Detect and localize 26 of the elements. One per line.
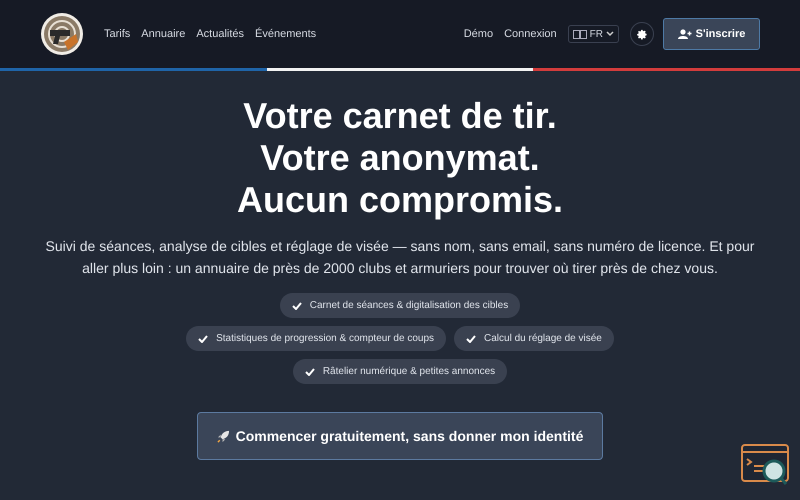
feature-pill: Râtelier numérique & petites annonces: [292, 359, 508, 384]
hero-subtitle: Suivi de séances, analyse de cibles et réglage de visée — sans nom, sans email, sans numéro de licence. Et pour aller plus loin : un annuaire de près de 2000 clubs et armuriers pour trouver où tirer près de chez vous.: [44, 237, 756, 278]
logo-icon[interactable]: [40, 12, 84, 56]
signup-button[interactable]: S'inscrire: [663, 18, 760, 50]
check-icon: [466, 334, 476, 342]
hero-title: Votre carnet de tir. Votre anonymat. Aucun compromis.: [236, 95, 564, 221]
nav-link[interactable]: Démo: [464, 26, 494, 42]
start-button[interactable]: Commencer gratuitement, sans donner mon identité: [197, 412, 603, 460]
feature-pill: Statistiques de progression & compteur de coups: [186, 326, 446, 351]
nav-link[interactable]: Événements: [255, 26, 316, 42]
user-plus-icon: [678, 29, 692, 39]
rocket-icon: [216, 430, 230, 442]
nav-link[interactable]: Connexion: [504, 26, 557, 42]
feature-pill: Calcul du réglage de visée: [454, 326, 614, 351]
feature-pill: Carnet de séances & digitalisation des cibles: [280, 293, 520, 318]
caret-icon: [606, 31, 614, 37]
language-select[interactable]: FR: [568, 25, 619, 43]
settings-icon: [636, 28, 648, 40]
check-icon: [292, 302, 302, 310]
nav-link[interactable]: Annuaire: [141, 26, 186, 42]
nav-link[interactable]: Tarifs: [104, 26, 130, 42]
browser-search-icon[interactable]: [741, 444, 791, 488]
settings-button[interactable]: [630, 22, 654, 46]
check-icon: [304, 368, 315, 376]
nav-link[interactable]: Actualités: [196, 26, 244, 42]
check-icon: [198, 334, 208, 342]
